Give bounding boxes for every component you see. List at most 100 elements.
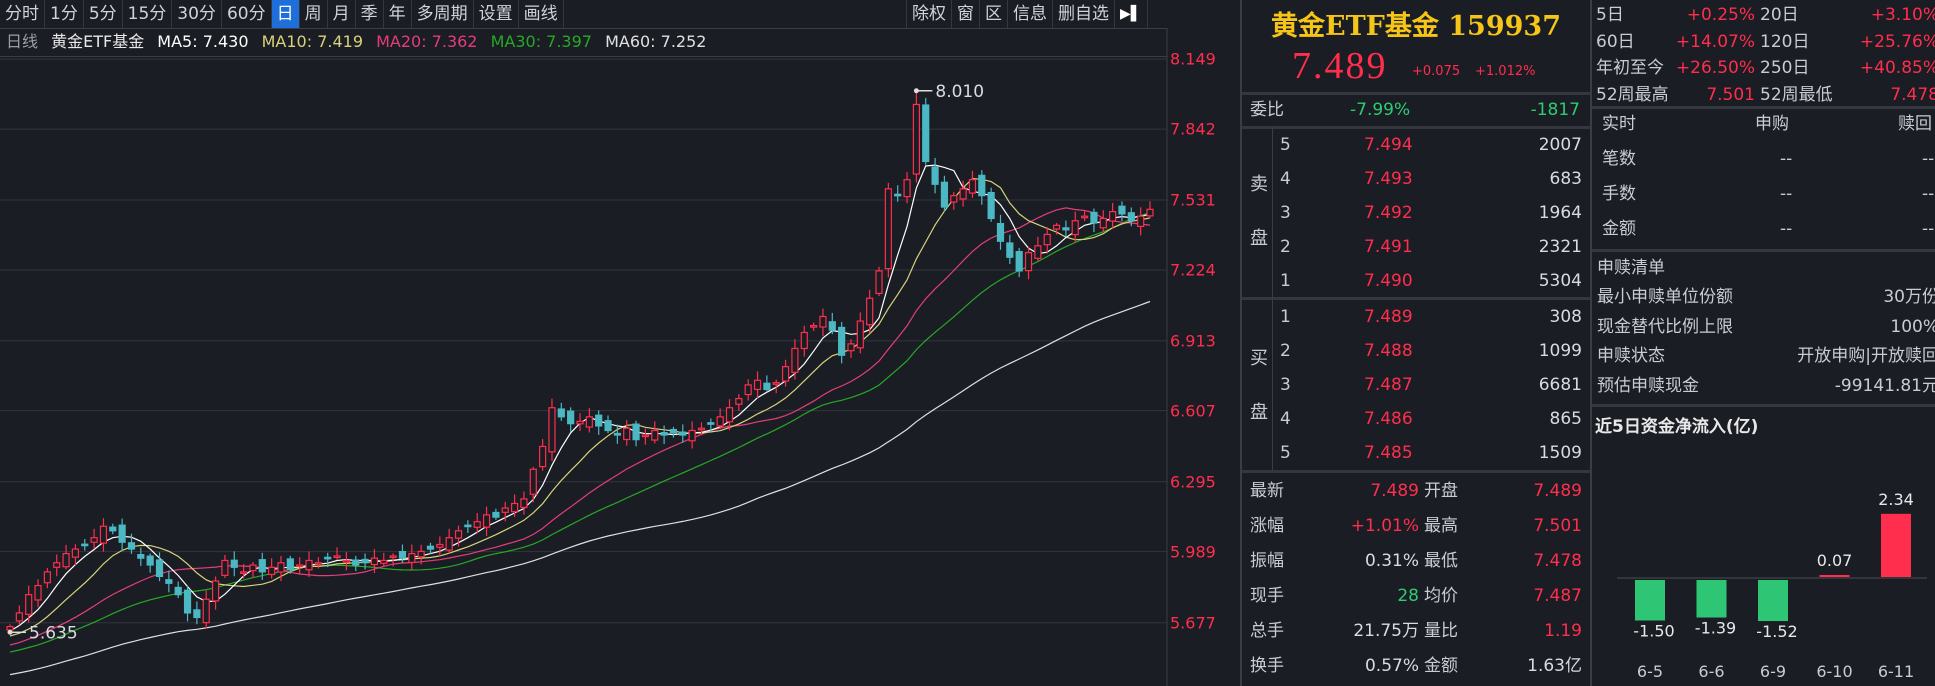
candle-body	[211, 580, 220, 602]
candle	[660, 425, 668, 445]
return-value: 7.478	[1890, 84, 1935, 105]
candle-body	[464, 524, 472, 528]
candle-body	[725, 407, 734, 423]
candle-body	[34, 584, 42, 601]
sell-level-row[interactable]: 1 7.490 5304	[1280, 264, 1582, 298]
candle-body	[193, 609, 201, 619]
buy-level-row[interactable]: 1 7.489 308	[1280, 300, 1582, 334]
candle	[25, 585, 33, 623]
return-value: +14.07%	[1675, 31, 1755, 52]
candle-body	[305, 559, 313, 571]
candle	[800, 325, 808, 357]
candle	[1062, 220, 1070, 238]
candle-body	[707, 422, 715, 425]
flow-value-label: 2.34	[1878, 490, 1914, 509]
candle-body	[1071, 220, 1079, 236]
candle-body	[510, 502, 519, 513]
realtime-red: --	[1922, 184, 1935, 204]
flow-value-label: 0.07	[1817, 551, 1853, 570]
realtime-sub: --	[1780, 219, 1793, 239]
level-price: 7.492	[1364, 203, 1413, 223]
candle	[165, 570, 173, 593]
candle-body	[828, 321, 836, 331]
buy-level-row[interactable]: 5 7.485 1509	[1280, 436, 1582, 470]
candle	[1146, 201, 1154, 219]
stat-value: 28	[1397, 586, 1419, 606]
candle-body	[436, 543, 444, 548]
weibi-label: 委比	[1250, 100, 1284, 120]
candle-body	[669, 428, 678, 434]
candle	[716, 408, 724, 430]
flow-bar	[1819, 575, 1850, 577]
candle-body	[230, 559, 238, 568]
price-axis-label: 5.677	[1170, 613, 1216, 633]
candle	[669, 426, 678, 438]
sell-level-row[interactable]: 5 7.494 2007	[1280, 128, 1582, 162]
buy-level-row[interactable]: 3 7.487 6681	[1280, 368, 1582, 402]
candle-body	[90, 537, 98, 543]
price-axis-label: 6.913	[1170, 331, 1216, 351]
candle-body	[174, 586, 182, 596]
candle	[651, 421, 659, 444]
candle	[567, 407, 575, 432]
candle-body	[1024, 252, 1033, 272]
candle-body	[146, 555, 154, 566]
level-number: 4	[1280, 169, 1291, 189]
redemption-value: 30万份	[1883, 287, 1935, 307]
candle-body	[1052, 224, 1061, 230]
candle-body	[473, 521, 481, 528]
buy-level-row[interactable]: 2 7.488 1099	[1280, 334, 1582, 368]
candle-body	[482, 514, 491, 528]
candle	[819, 308, 827, 337]
sell-level-row[interactable]: 4 7.493 683	[1280, 162, 1582, 196]
candle	[884, 182, 892, 278]
buy-label-2: 盘	[1250, 402, 1268, 423]
candle-body	[1090, 211, 1098, 224]
candle-body	[370, 557, 379, 566]
stat-value: 7.489	[1370, 481, 1419, 501]
candle-body	[996, 223, 1005, 242]
high_marker-label: 8.010	[935, 82, 984, 102]
flow-date-label: 6-10	[1816, 662, 1852, 681]
candle-body	[109, 526, 117, 532]
candle-body	[950, 195, 958, 203]
sell-level-row[interactable]: 2 7.491 2321	[1280, 230, 1582, 264]
candle	[623, 420, 631, 446]
candle-body	[866, 297, 874, 326]
candle-body	[268, 566, 276, 576]
level-price: 7.485	[1364, 443, 1413, 463]
candle	[875, 266, 883, 297]
candle	[1118, 201, 1126, 222]
candle	[996, 214, 1005, 250]
candle-body	[539, 445, 547, 468]
candle	[118, 518, 126, 552]
stat-value: 7.489	[1533, 481, 1582, 501]
redemption-value: -99141.81元	[1834, 375, 1935, 396]
candle	[426, 542, 435, 554]
candle-body	[137, 554, 145, 559]
candle	[931, 157, 939, 194]
buy-level-row[interactable]: 4 7.486 865	[1280, 402, 1582, 436]
redemption-label: 预估申赎现金	[1597, 375, 1699, 396]
price-change: +0.075	[1412, 64, 1461, 79]
level-price: 7.490	[1364, 271, 1413, 291]
candle	[1137, 207, 1145, 236]
flow-bar	[1635, 580, 1665, 621]
redemption-label: 申赎状态	[1597, 346, 1665, 366]
candle	[903, 172, 911, 204]
candle-body	[557, 408, 565, 418]
candle	[753, 371, 762, 399]
candle-body	[735, 397, 743, 405]
candle	[1015, 247, 1023, 278]
level-number: 5	[1280, 443, 1291, 463]
candle	[595, 410, 603, 435]
candle	[174, 581, 182, 599]
sell-level-row[interactable]: 3 7.492 1964	[1280, 196, 1582, 230]
kline-chart[interactable]: 8.010 5.635	[0, 0, 1240, 686]
level-price: 7.488	[1364, 341, 1413, 361]
redemption-value: 开放申购|开放赎回	[1797, 346, 1935, 366]
candle-body	[529, 468, 537, 495]
candle	[211, 576, 220, 610]
flow-date-label: 6-9	[1760, 662, 1786, 681]
candle-body	[53, 562, 61, 568]
